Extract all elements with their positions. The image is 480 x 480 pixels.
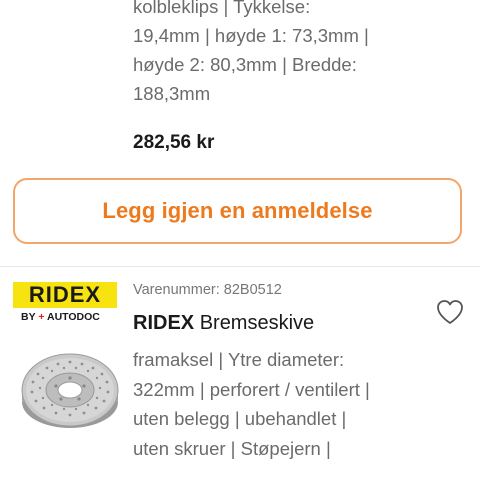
- description-line: framaksel | Ytre diameter:: [133, 349, 345, 370]
- heart-outline-icon[interactable]: [435, 298, 465, 326]
- product-title[interactable]: RIDEX Bremseskive: [133, 312, 314, 335]
- previous-product-description: kolbleklips | Tykkelse: 19,4mm | høyde 1…: [133, 0, 463, 108]
- product-brand: RIDEX: [133, 312, 195, 334]
- brake-disc-image[interactable]: [20, 340, 120, 432]
- description-line: 322mm | perforert / ventilert |: [133, 378, 370, 400]
- logo-sub-prefix: BY: [21, 311, 36, 323]
- product-description: framaksel | Ytre diameter: 322mm | perfo…: [133, 345, 463, 463]
- part-number: Varenummer: 82B0512: [133, 282, 282, 298]
- ridex-logo-text: RIDEX: [28, 282, 102, 307]
- description-line: kolbleklips | Tykkelse:: [133, 0, 311, 17]
- description-line: uten belegg | ubehandlet |: [133, 408, 347, 429]
- autodoc-sub-logo: BY + AUTODOC: [21, 311, 100, 323]
- divider: [0, 266, 480, 267]
- ridex-logo[interactable]: RIDEX: [13, 282, 117, 308]
- description-line: høyde 2: 80,3mm | Bredde:: [133, 54, 357, 75]
- leave-review-button[interactable]: Legg igjen en anmeldelse: [13, 178, 462, 244]
- logo-sub-brand: AUTODOC: [47, 311, 100, 323]
- previous-product-price: 282,56 kr: [133, 132, 215, 153]
- product-name: Bremseskive: [199, 312, 315, 334]
- description-line: 188,3mm: [133, 83, 211, 104]
- description-line: uten skruer | Støpejern |: [133, 437, 331, 459]
- description-line: 19,4mm | høyde 1: 73,3mm |: [133, 25, 369, 46]
- plus-icon: +: [38, 311, 45, 323]
